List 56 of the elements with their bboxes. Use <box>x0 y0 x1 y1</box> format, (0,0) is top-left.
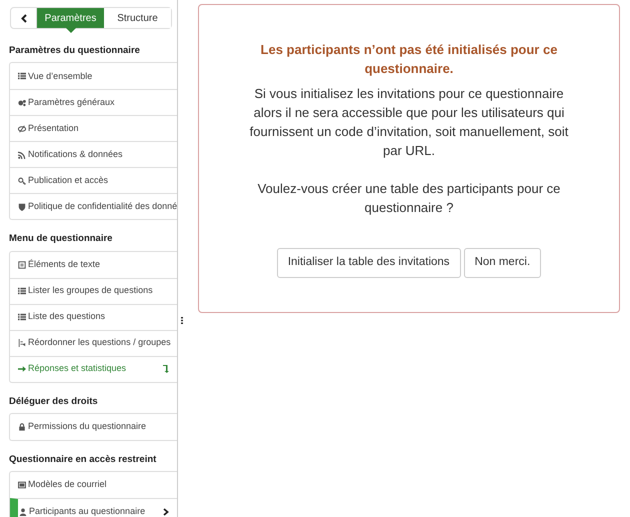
arrow-right-icon <box>18 365 26 373</box>
menu-item[interactable]: Éléments de texte <box>10 252 177 278</box>
menu-item-label: Lister les groupes de questions <box>28 284 154 298</box>
menu-item-label: Publication et accès <box>28 174 110 187</box>
rss-icon <box>18 150 26 159</box>
menu-item-label: Présentation <box>28 122 80 135</box>
section-heading: Paramètres du questionnaire <box>9 44 141 58</box>
menu-item[interactable]: Publication et accès <box>10 167 177 194</box>
alert-title: Les participants n’ont pas été initialisés pour ce questionnaire. <box>260 41 558 78</box>
shield-icon <box>18 202 26 211</box>
gears-icon <box>18 98 26 107</box>
menu-item-label: Permissions du questionnaire <box>28 420 148 433</box>
menu-item-label: Paramètres généraux <box>28 96 116 109</box>
menu-item-label: Réordonner les questions / groupes <box>28 336 171 350</box>
menu-item[interactable]: Réordonner les questions / groupes <box>10 330 177 356</box>
menu-item-label: Notifications & données <box>28 148 124 161</box>
list-icon <box>18 287 26 295</box>
alert-message: Si vous initialisez les invitations pour ce questionnaire alors il ne sera accessible que pour les utilisateurs qui fournissent un code d’invitation, soit manuellement, soit par URL. <box>248 85 570 160</box>
tab-pointer-icon <box>66 28 76 33</box>
eye-slash-icon <box>18 124 26 133</box>
document-icon <box>18 260 26 268</box>
menu-item[interactable]: Notifications & données <box>10 141 177 168</box>
section-heading: Déléguer des droits <box>9 394 99 408</box>
section-heading: Questionnaire en accès restreint <box>9 452 158 467</box>
section-heading: Menu de questionnaire <box>9 232 114 246</box>
menu-item[interactable]: Participants au questionnaire <box>10 498 177 517</box>
menu-item[interactable]: Lister les groupes de questions <box>10 278 177 304</box>
menu-item-label: Réponses et statistiques <box>28 362 128 376</box>
alert-question: Voulez-vous créer une table des participants pour ce questionnaire ? <box>256 180 562 217</box>
menu-item[interactable]: Politique de confidentialité des donné <box>10 193 177 220</box>
envelope-icon <box>18 481 26 489</box>
menu-item[interactable]: Modèles de courriel <box>10 472 177 498</box>
menu-item[interactable]: Vue d’ensemble <box>10 63 177 90</box>
menu-item[interactable]: Permissions du questionnaire <box>10 414 177 440</box>
key-icon <box>18 176 26 185</box>
menu-item-label: Éléments de texte <box>28 258 102 271</box>
menu-item-label: Vue d’ensemble <box>28 70 94 82</box>
menu-item-label: Liste des questions <box>28 310 106 324</box>
menu-item-label: Politique de confidentialité des donné <box>28 200 177 213</box>
lock-icon <box>18 422 26 431</box>
user-icon <box>19 508 27 516</box>
list-icon <box>18 313 26 321</box>
menu-item[interactable]: Liste des questions <box>10 304 177 330</box>
resize-handle-icon[interactable] <box>181 317 183 324</box>
action-button[interactable]: Non merci. <box>464 248 542 278</box>
chevron-right-icon <box>163 508 169 516</box>
menu-item-label: Modèles de courriel <box>28 478 108 492</box>
action-button[interactable]: Initialiser la table des invitations <box>276 248 461 278</box>
arrow-down-icon <box>163 365 169 373</box>
sort-icon <box>18 339 26 347</box>
menu-item[interactable]: Réponses et statistiques <box>10 356 177 382</box>
menu-item[interactable]: Paramètres généraux <box>10 89 177 116</box>
list-icon <box>18 72 26 80</box>
chevron-left-icon <box>20 14 26 22</box>
menu-item-label: Participants au questionnaire <box>29 504 146 517</box>
menu-item[interactable]: Présentation <box>10 115 177 142</box>
